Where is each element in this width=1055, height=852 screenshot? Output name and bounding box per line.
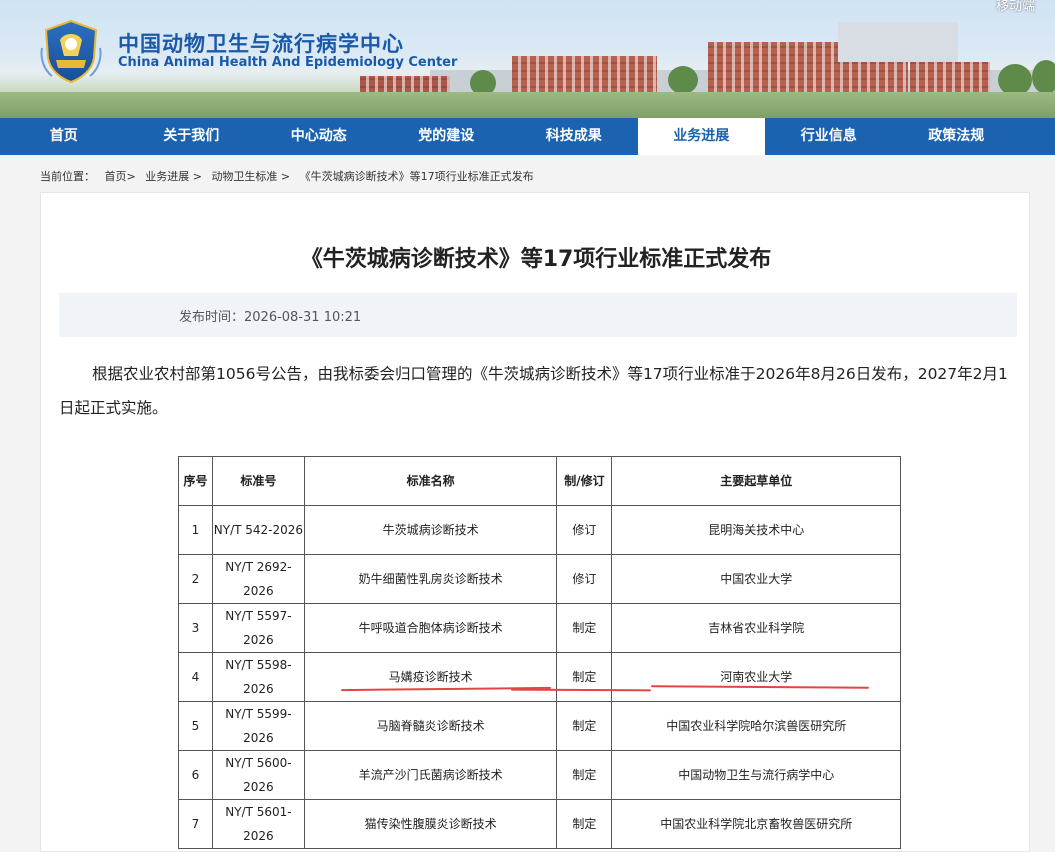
cell-index: 7 <box>178 799 213 849</box>
cell-index: 4 <box>178 652 213 702</box>
site-title-cn: 中国动物卫生与流行病学中心 <box>118 32 404 56</box>
cell-drafting-unit: 中国农业科学院北京畜牧兽医研究所 <box>611 799 901 849</box>
table-row: 3 NY/T 5597-2026 牛呼吸道合胞体病诊断技术 制定 吉林省农业科学… <box>178 603 901 653</box>
breadcrumb-link-standards[interactable]: 动物卫生标准 > <box>211 170 290 183</box>
cell-standard-no: NY/T 5598-2026 <box>211 652 305 702</box>
building-illustration <box>910 62 990 94</box>
breadcrumb: 当前位置： 首页> 业务进展 > 动物卫生标准 > 《牛茨城病诊断技术》等17项… <box>40 168 540 184</box>
nav-item-party[interactable]: 党的建设 <box>383 118 511 155</box>
main-navigation: 首页 关于我们 中心动态 党的建设 科技成果 业务进展 行业信息 政策法规 <box>0 118 1055 155</box>
table-row: 6 NY/T 5600-2026 羊流产沙门氏菌病诊断技术 制定 中国动物卫生与… <box>178 750 901 800</box>
publish-time: 2026-08-31 10:21 <box>244 310 362 325</box>
cell-standard-no: NY/T 5599-2026 <box>211 701 305 751</box>
breadcrumb-prefix: 当前位置： <box>40 170 95 183</box>
cell-standard-name: 羊流产沙门氏菌病诊断技术 <box>303 750 558 800</box>
cell-type: 制定 <box>556 652 613 702</box>
article-title: 《牛茨城病诊断技术》等17项行业标准正式发布 <box>300 247 772 272</box>
article-card: 《牛茨城病诊断技术》等17项行业标准正式发布 发布时间：2026-08-31 1… <box>40 192 1030 852</box>
cell-standard-no: NY/T 5597-2026 <box>211 603 305 653</box>
site-title-en: China Animal Health And Epidemiology Cen… <box>118 55 458 70</box>
article-paragraph: 根据农业农村部第1056号公告，由我标委会归口管理的《牛茨城病诊断技术》等17项… <box>59 365 1008 417</box>
cell-drafting-unit: 中国农业科学院哈尔滨兽医研究所 <box>611 701 901 751</box>
cell-index: 6 <box>178 750 213 800</box>
mobile-site-link[interactable]: 移动端 <box>996 0 1035 14</box>
column-header-standard-name: 标准名称 <box>303 456 558 506</box>
cell-type: 制定 <box>556 799 613 849</box>
nav-item-news[interactable]: 中心动态 <box>255 118 383 155</box>
column-header-drafting-unit: 主要起草单位 <box>611 456 901 506</box>
breadcrumb-link-home[interactable]: 首页> <box>105 170 136 183</box>
cell-type: 制定 <box>556 603 613 653</box>
cell-standard-name: 马媾疫诊断技术 <box>303 652 558 702</box>
cell-standard-no: NY/T 542-2026 <box>211 505 305 555</box>
table-row: 4 NY/T 5598-2026 马媾疫诊断技术 制定 河南农业大学 <box>178 652 901 702</box>
breadcrumb-link-business[interactable]: 业务进展 > <box>145 170 202 183</box>
site-header-banner: 移动端 中国动物卫生与流行病学中心 China Animal Health An… <box>0 0 1055 118</box>
cell-index: 5 <box>178 701 213 751</box>
center-emblem-logo <box>40 19 102 84</box>
nav-item-about[interactable]: 关于我们 <box>128 118 256 155</box>
table-row: 1 NY/T 542-2026 牛茨城病诊断技术 修订 昆明海关技术中心 <box>178 505 901 555</box>
cell-standard-name: 奶牛细菌性乳房炎诊断技术 <box>303 554 558 604</box>
cell-standard-name: 牛呼吸道合胞体病诊断技术 <box>303 603 558 653</box>
cell-type: 制定 <box>556 750 613 800</box>
cell-standard-no: NY/T 5601-2026 <box>211 799 305 849</box>
breadcrumb-current: 《牛茨城病诊断技术》等17项行业标准正式发布 <box>299 170 534 183</box>
standards-table: 序号 标准号 标准名称 制/修订 主要起草单位 1 NY/T 542-2026 … <box>178 456 901 849</box>
table-header-row: 序号 标准号 标准名称 制/修订 主要起草单位 <box>178 456 901 506</box>
nav-item-policy[interactable]: 政策法规 <box>893 118 1021 155</box>
cell-drafting-unit: 昆明海关技术中心 <box>611 505 901 555</box>
publish-label: 发布时间： <box>179 310 245 325</box>
cell-type: 修订 <box>556 554 613 604</box>
nav-item-business[interactable]: 业务进展 <box>637 118 765 155</box>
column-header-standard-no: 标准号 <box>211 456 305 506</box>
article-meta-bar: 发布时间：2026-08-31 10:21 <box>59 293 1017 337</box>
cell-drafting-unit: 中国农业大学 <box>611 554 901 604</box>
table-row: 7 NY/T 5601-2026 猫传染性腹膜炎诊断技术 制定 中国农业科学院北… <box>178 799 901 849</box>
cell-index: 1 <box>178 505 213 555</box>
cell-index: 3 <box>178 603 213 653</box>
nav-item-achievements[interactable]: 科技成果 <box>510 118 638 155</box>
cell-standard-name: 马脑脊髓炎诊断技术 <box>303 701 558 751</box>
building-illustration <box>838 22 958 62</box>
column-header-index: 序号 <box>178 456 213 506</box>
cell-standard-no: NY/T 5600-2026 <box>211 750 305 800</box>
building-illustration <box>512 56 657 94</box>
nav-item-home[interactable]: 首页 <box>0 118 128 155</box>
cell-drafting-unit: 吉林省农业科学院 <box>611 603 901 653</box>
nav-item-industry[interactable]: 行业信息 <box>765 118 893 155</box>
table-row: 2 NY/T 2692-2026 奶牛细菌性乳房炎诊断技术 修订 中国农业大学 <box>178 554 901 604</box>
column-header-type: 制/修订 <box>556 456 613 506</box>
cell-type: 修订 <box>556 505 613 555</box>
cell-standard-name: 牛茨城病诊断技术 <box>303 505 558 555</box>
cell-drafting-unit: 河南农业大学 <box>611 652 901 702</box>
cell-drafting-unit: 中国动物卫生与流行病学中心 <box>611 750 901 800</box>
table-row: 5 NY/T 5599-2026 马脑脊髓炎诊断技术 制定 中国农业科学院哈尔滨… <box>178 701 901 751</box>
cell-type: 制定 <box>556 701 613 751</box>
cell-standard-no: NY/T 2692-2026 <box>211 554 305 604</box>
cell-index: 2 <box>178 554 213 604</box>
cell-standard-name: 猫传染性腹膜炎诊断技术 <box>303 799 558 849</box>
